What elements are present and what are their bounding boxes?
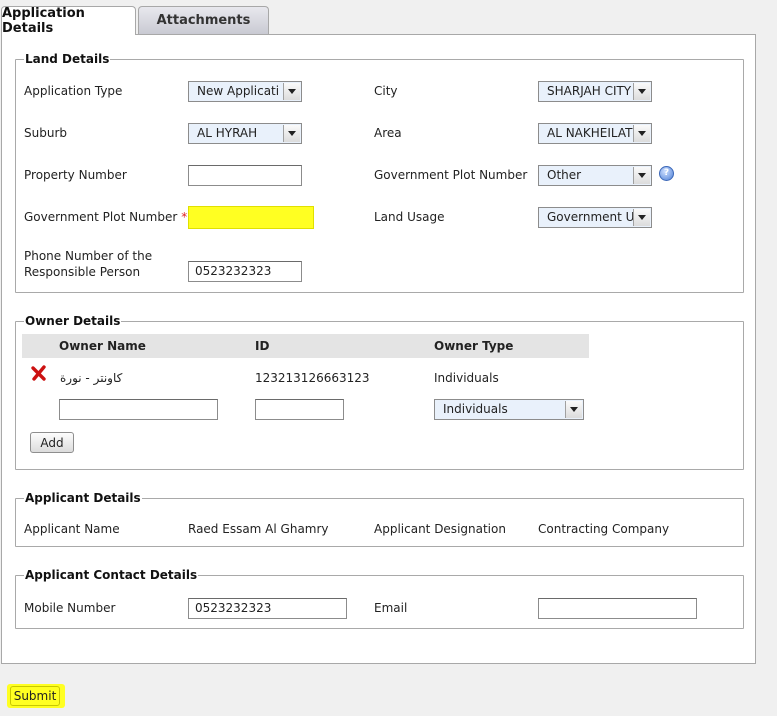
applicant-name-label: Applicant Name <box>24 522 120 536</box>
application-type-label: Application Type <box>24 84 123 98</box>
chevron-down-icon[interactable] <box>633 83 650 100</box>
chevron-down-icon[interactable] <box>283 125 300 142</box>
owner-details-legend: Owner Details <box>25 314 121 328</box>
applicant-details-legend: Applicant Details <box>25 491 141 505</box>
phone-label: Phone Number of the Responsible Person <box>24 249 153 279</box>
gov-plot-number-input-label: Government Plot Number * <box>24 210 187 224</box>
city-value: SHARJAH CITY <box>547 84 632 98</box>
owner-name-column-header: Owner Name <box>59 339 146 353</box>
email-input[interactable] <box>538 598 697 619</box>
contact-details-legend: Applicant Contact Details <box>25 568 198 582</box>
add-owner-button[interactable]: Add <box>30 432 74 453</box>
area-select[interactable]: AL NAKHEILAT <box>538 123 652 144</box>
applicant-details-group: Applicant Details <box>15 491 744 547</box>
land-usage-value: Government U <box>547 210 635 224</box>
submit-highlight: Submit <box>7 684 65 708</box>
area-value: AL NAKHEILAT <box>547 126 633 140</box>
applicant-designation-label: Applicant Designation <box>374 522 506 536</box>
chevron-down-icon[interactable] <box>633 209 650 226</box>
help-icon[interactable]: ? <box>659 166 674 181</box>
new-owner-id-input[interactable] <box>255 399 344 420</box>
mobile-number-input[interactable]: 0523232323 <box>188 598 347 619</box>
owner-name-cell: كاونتر - نورة <box>60 371 123 385</box>
chevron-down-icon[interactable] <box>565 401 582 418</box>
city-label: City <box>374 84 398 98</box>
application-type-value: New Applicati <box>197 84 280 98</box>
new-owner-type-select[interactable]: Individuals <box>434 399 584 420</box>
gov-plot-number-select-label: Government Plot Number <box>374 168 528 182</box>
new-owner-name-input[interactable] <box>59 399 218 420</box>
new-owner-type-value: Individuals <box>443 402 508 416</box>
suburb-value: AL HYRAH <box>197 126 258 140</box>
gov-plot-number-select-value: Other <box>547 168 582 182</box>
chevron-down-icon[interactable] <box>283 83 300 100</box>
email-label: Email <box>374 601 408 615</box>
application-type-select[interactable]: New Applicati <box>188 81 302 102</box>
applicant-designation-value: Contracting Company <box>538 522 670 536</box>
required-marker: * <box>181 210 188 224</box>
delete-x-icon[interactable] <box>30 364 48 382</box>
tab-bar: Application Details Attachments <box>0 0 777 36</box>
gov-plot-number-label-text: Government Plot Number <box>24 210 178 224</box>
land-details-legend: Land Details <box>25 52 110 66</box>
mobile-number-label: Mobile Number <box>24 601 116 615</box>
owner-table-header: Owner Name ID Owner Type <box>22 334 589 358</box>
property-number-input[interactable] <box>188 165 302 186</box>
id-column-header: ID <box>255 339 270 353</box>
owner-type-cell: Individuals <box>434 371 499 385</box>
area-label: Area <box>374 126 402 140</box>
gov-plot-number-input[interactable] <box>188 206 314 229</box>
chevron-down-icon[interactable] <box>633 125 650 142</box>
land-usage-label: Land Usage <box>374 210 445 224</box>
gov-plot-number-select[interactable]: Other <box>538 165 652 186</box>
owner-type-column-header: Owner Type <box>434 339 514 353</box>
property-number-label: Property Number <box>24 168 127 182</box>
city-select[interactable]: SHARJAH CITY <box>538 81 652 102</box>
suburb-select[interactable]: AL HYRAH <box>188 123 302 144</box>
owner-id-cell: 123213126663123 <box>255 371 370 385</box>
tab-application-details[interactable]: Application Details <box>1 6 136 36</box>
tab-attachments[interactable]: Attachments <box>138 6 269 34</box>
suburb-label: Suburb <box>24 126 67 140</box>
phone-input[interactable]: 0523232323 <box>188 261 302 282</box>
submit-button[interactable]: Submit <box>10 686 60 706</box>
applicant-name-value: Raed Essam Al Ghamry <box>188 522 329 536</box>
chevron-down-icon[interactable] <box>633 167 650 184</box>
land-usage-select[interactable]: Government U <box>538 207 652 228</box>
